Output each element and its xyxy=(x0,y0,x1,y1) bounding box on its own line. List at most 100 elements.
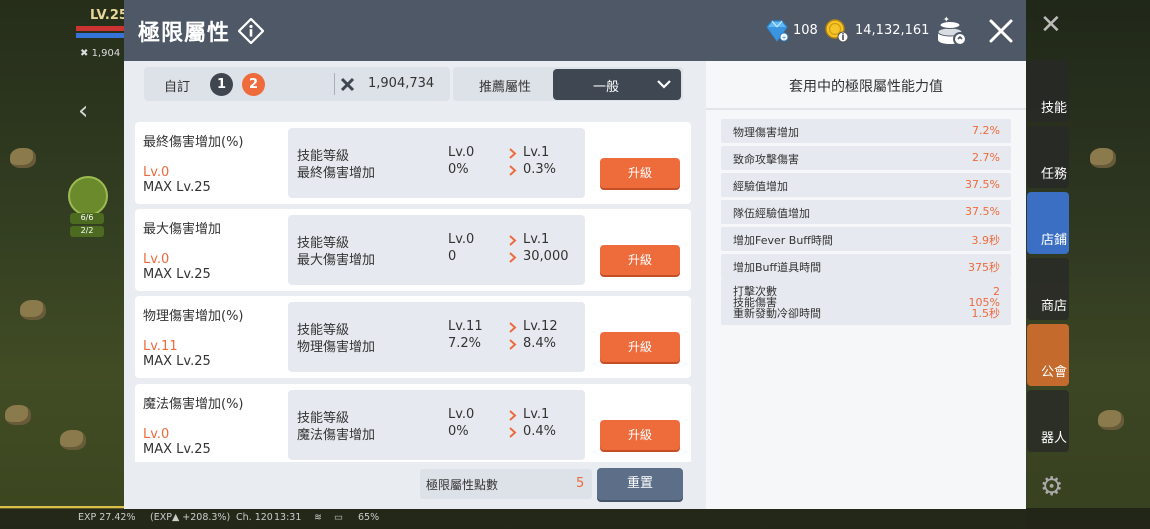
upgrade-button[interactable]: 升級 xyxy=(600,332,680,362)
side-button-store[interactable]: 商店 xyxy=(1027,258,1069,320)
game-left-area xyxy=(0,0,124,529)
attribute-max-level: MAX Lv.25 xyxy=(143,267,211,282)
close-icon[interactable] xyxy=(986,16,1016,46)
chevron-down-icon xyxy=(657,80,671,89)
stat-row1-next: Lv.1 xyxy=(523,145,550,160)
stat-row2-current: 0 xyxy=(448,249,457,264)
attribute-points-label: 極限屬性點數 xyxy=(426,478,499,492)
applied-stat-label: 增加Fever Buff時間 xyxy=(733,234,833,247)
reset-button[interactable]: 重置 xyxy=(597,468,683,500)
arrow-right-icon xyxy=(509,410,517,421)
skill-count-1: 6/6 xyxy=(70,213,104,224)
settings-gear-icon[interactable]: ⚙ xyxy=(1040,472,1063,502)
attribute-card: 物理傷害增加(%) Lv.11 MAX Lv.25 技能等級 Lv.11 Lv.… xyxy=(135,296,691,378)
preset-button-2[interactable]: 2 xyxy=(242,73,265,96)
stat-row2-current: 0% xyxy=(448,424,469,439)
applied-stat-label: 重新發動冷卻時間 xyxy=(733,307,821,320)
back-arrow-icon[interactable]: ‹ xyxy=(78,96,100,126)
loot-bag-icon xyxy=(60,430,86,450)
stat-row2-next: 0.4% xyxy=(523,424,557,439)
attribute-stat-box: 技能等級 Lv.11 Lv.12 物理傷害增加 7.2% 8.4% xyxy=(288,302,585,372)
attribute-max-level: MAX Lv.25 xyxy=(143,354,211,369)
stat-row2-next: 0.3% xyxy=(523,162,557,177)
loot-bag-icon xyxy=(1098,410,1124,430)
attribute-list-pane: 自訂 1 2 1,904,734 推薦屬性 一般 最終傷害增加(%) Lv.0 … xyxy=(124,61,706,509)
wifi-icon: ≋ xyxy=(314,512,322,523)
dialog-title: 極限屬性 xyxy=(138,21,231,46)
applied-stat-row: 物理傷害增加 7.2% xyxy=(721,119,1011,143)
arrow-right-icon xyxy=(509,339,517,350)
attribute-name: 最終傷害增加(%) xyxy=(143,135,244,150)
attribute-points-value: 5 xyxy=(576,476,585,491)
attribute-card: 最大傷害增加 Lv.0 MAX Lv.25 技能等級 Lv.0 Lv.1 最大傷… xyxy=(135,209,691,291)
loot-bag-icon xyxy=(5,405,31,425)
recommend-dropdown[interactable]: 一般 xyxy=(553,69,681,100)
game-close-icon[interactable]: ✕ xyxy=(1040,10,1062,40)
preset-button-1[interactable]: 1 xyxy=(210,73,233,96)
side-button-skill[interactable]: 技能 xyxy=(1027,60,1069,122)
stat-row1-current: Lv.11 xyxy=(448,319,483,334)
attribute-max-level: MAX Lv.25 xyxy=(143,442,211,457)
attribute-stat-box: 技能等級 Lv.0 Lv.1 最終傷害增加 0% 0.3% xyxy=(288,128,585,198)
attribute-stat-box: 技能等級 Lv.0 Lv.1 魔法傷害增加 0% 0.4% xyxy=(288,390,585,460)
applied-stat-value: 37.5% xyxy=(965,178,1000,191)
skill-slot[interactable] xyxy=(68,176,108,216)
attribute-card: 魔法傷害增加(%) Lv.0 MAX Lv.25 技能等級 Lv.0 Lv.1 … xyxy=(135,384,691,462)
arrow-right-icon xyxy=(509,427,517,438)
preset-bar: 自訂 1 2 1,904,734 xyxy=(144,67,450,101)
coin-shop-icon[interactable]: ✦ xyxy=(934,14,970,48)
arrow-right-icon xyxy=(509,165,517,176)
loot-bag-icon xyxy=(20,300,46,320)
side-button-robot[interactable]: 器人 xyxy=(1027,390,1069,452)
loot-bag-icon xyxy=(1090,148,1116,168)
recommend-label: 推薦屬性 xyxy=(479,80,532,95)
applied-stat-value: 375秒 xyxy=(968,261,1000,274)
bottom-status-bar: EXP 27.42% (EXP▲ +208.3%) Ch. 120 13:31 … xyxy=(0,508,1150,529)
applied-stat-value: 3.9秒 xyxy=(971,234,1001,247)
side-button-guild[interactable]: 公會 xyxy=(1027,324,1069,386)
upgrade-button[interactable]: 升級 xyxy=(600,245,680,275)
upgrade-button[interactable]: 升級 xyxy=(600,420,680,450)
divider xyxy=(706,108,1026,110)
recommend-bar: 推薦屬性 一般 xyxy=(453,67,683,101)
applied-stat-row: 隊伍經驗值增加 37.5% xyxy=(721,200,1011,224)
stat-row2-current: 7.2% xyxy=(448,336,482,351)
dialog-header: 極限屬性 + 108 14,132,161 ✦ xyxy=(124,0,1026,61)
exp-bonus-text: (EXP▲ +208.3%) xyxy=(150,512,231,523)
attribute-name: 最大傷害增加 xyxy=(143,222,222,237)
preset-label: 自訂 xyxy=(164,80,191,95)
stat-row2-current: 0% xyxy=(448,162,469,177)
stat-row2-label: 魔法傷害增加 xyxy=(297,428,376,443)
player-level: LV.25 xyxy=(90,8,128,23)
diamond-count: 108 xyxy=(793,23,818,38)
applied-stat-label: 物理傷害增加 xyxy=(733,126,799,139)
limit-attribute-dialog: 極限屬性 + 108 14,132,161 ✦ 自訂 1 2 1,904,734… xyxy=(124,0,1026,509)
attribute-level: Lv.11 xyxy=(143,339,178,354)
side-button-quest[interactable]: 任務 xyxy=(1027,126,1069,188)
applied-stat-label: 增加Buff道具時間 xyxy=(733,261,822,274)
applied-stat-value: 2.7% xyxy=(972,151,1000,164)
attribute-points-bar: 極限屬性點數 5 xyxy=(420,469,592,499)
stat-row1-next: Lv.12 xyxy=(523,319,558,334)
applied-stat-row: 增加Buff道具時間 375秒 xyxy=(721,254,1011,278)
stat-row1-next: Lv.1 xyxy=(523,232,550,247)
attribute-card: 最終傷害增加(%) Lv.0 MAX Lv.25 技能等級 Lv.0 Lv.1 … xyxy=(135,122,691,204)
mp-bar xyxy=(76,33,124,38)
stat-row2-label: 最大傷害增加 xyxy=(297,253,376,268)
attribute-list[interactable]: 最終傷害增加(%) Lv.0 MAX Lv.25 技能等級 Lv.0 Lv.1 … xyxy=(134,122,692,462)
svg-text:+: + xyxy=(781,35,786,42)
arrow-right-icon xyxy=(509,235,517,246)
power-icon-small: ✖ xyxy=(80,48,92,59)
upgrade-button[interactable]: 升級 xyxy=(600,158,680,188)
gold-coin-icon xyxy=(825,19,849,43)
applied-stat-row: 經驗值增加 37.5% xyxy=(721,173,1011,197)
loot-bag-icon xyxy=(10,148,36,168)
stat-row1-current: Lv.0 xyxy=(448,407,475,422)
side-button-shop[interactable]: 店鋪 xyxy=(1027,192,1069,254)
info-icon[interactable] xyxy=(238,18,264,44)
preset-divider xyxy=(334,73,335,95)
stat-row1-current: Lv.0 xyxy=(448,232,475,247)
svg-text:✦: ✦ xyxy=(943,15,950,24)
applied-stat-multi-row: 打擊次數 2 技能傷害 105% 重新發動冷卻時間 1.5秒 xyxy=(721,278,1011,325)
applied-stat-row: 致命攻擊傷害 2.7% xyxy=(721,146,1011,170)
